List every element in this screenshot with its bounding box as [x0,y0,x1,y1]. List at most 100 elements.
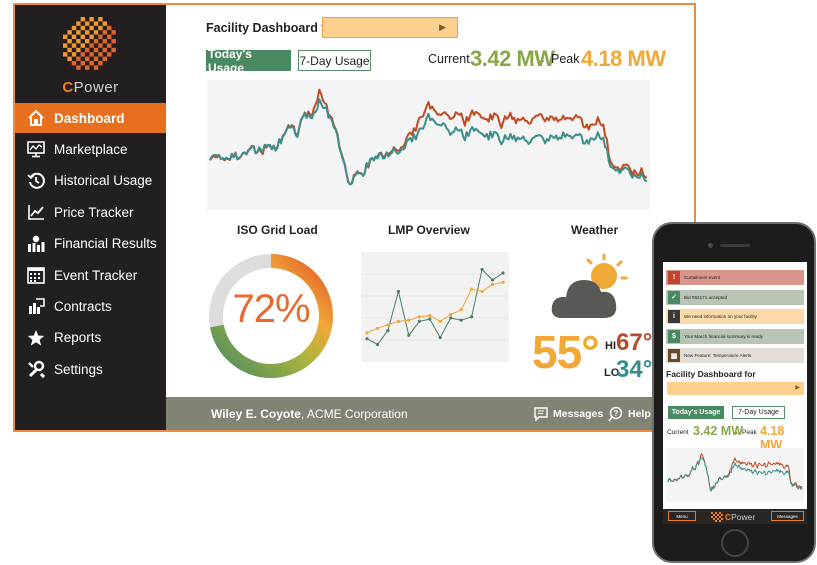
monitor-chart-icon [26,140,46,158]
help-label: Help [628,408,651,420]
data-point [428,317,432,321]
mobile-menu-button[interactable]: Menu [668,511,696,521]
hi-temperature: 67° [616,329,653,356]
cpower-logo[interactable]: CPower [15,5,166,101]
phone-camera [708,243,713,248]
data-point [407,333,411,337]
series-line-1 [209,98,648,186]
sidebar-item-financial-results[interactable]: Financial Results [15,229,166,259]
main-content: Facility Dashboard for ▶ Today's Usage 7… [166,5,694,430]
tools-icon [26,360,46,379]
mobile-phone-mockup: ! Curtailment event ✓ Bid #82171 accepted i W… [652,222,816,563]
sidebar-item-price-tracker[interactable]: Price Tracker [15,197,166,227]
checker-logo-icon [63,17,116,70]
data-point [470,315,474,319]
mobile-current-label: Current [667,429,689,436]
current-label: Current [428,52,470,66]
mobile-tab-7-day-usage[interactable]: 7-Day Usage [732,406,785,419]
help-button[interactable]: ? Help [608,404,651,424]
mobile-alert-item[interactable]: ▦ New Feature: Temperature Alerts [666,348,804,363]
sidebar-item-dashboard[interactable]: Dashboard [15,103,166,133]
star-icon [26,329,46,347]
peak-label: Peak [551,52,580,66]
data-point [459,318,463,322]
mobile-alert-item[interactable]: i We need information on your facility [666,309,804,324]
data-point [490,278,495,282]
money-bars-icon: $ [668,329,680,343]
history-icon [26,172,46,190]
mobile-alert-text: New Feature: Temperature Alerts [684,353,752,358]
phone-home-button[interactable] [721,529,749,557]
facility-select[interactable]: ▶ [322,17,458,38]
tab-todays-usage[interactable]: Today's Usage [206,47,291,75]
sidebar-item-marketplace[interactable]: Marketplace [15,134,166,164]
mobile-alert-item[interactable]: ✓ Bid #82171 accepted [666,289,804,305]
footer-bar: Wiley E. Coyote, ACME Corporation Messag… [166,397,694,430]
iso-grid-load-title: ISO Grid Load [237,223,318,237]
messages-label: Messages [553,408,604,420]
data-point [428,314,432,318]
mobile-messages-button[interactable]: Messages [771,511,804,521]
logo-wordmark: CPower [62,79,119,96]
sidebar-item-reports[interactable]: Reports [15,323,166,353]
data-point [365,337,369,341]
lmp-overview-title: LMP Overview [388,223,470,237]
sidebar-item-label: Reports [54,330,102,346]
company-name: , ACME Corporation [300,407,408,421]
data-point [449,312,453,317]
checker-logo-icon [711,511,723,522]
mobile-usage-line-chart [666,448,804,502]
usage-line-chart [207,80,650,210]
mobile-alert-item[interactable]: ! Curtailment event [666,270,804,285]
sidebar-item-label: Marketplace [54,141,128,157]
money-bars-icon [26,235,46,253]
data-point [490,282,495,287]
phone-speaker [720,244,750,247]
mobile-alert-item[interactable]: $ Your March financial summary is ready [666,328,804,344]
series-line-0 [366,269,504,345]
mobile-facility-select[interactable]: ▶ [667,382,804,395]
data-point [449,316,453,320]
data-point [375,326,380,330]
desktop-dashboard-window: CPower Dashboard Marketplace Historical Us… [13,3,696,432]
data-point [501,271,505,275]
sidebar-item-contracts[interactable]: Contracts [15,291,166,321]
data-point [407,318,411,322]
message-bubble-icon [534,407,548,421]
contract-icon [26,297,46,315]
data-point [396,289,400,294]
sidebar-item-settings[interactable]: Settings [15,354,166,384]
sidebar-item-label: Event Tracker [54,267,138,283]
mobile-cpower-logo: C Power [711,509,755,524]
sidebar-item-label: Financial Results [54,236,157,252]
home-icon [26,109,46,127]
svg-text:?: ? [614,409,619,418]
data-point [480,267,484,272]
page-title: Facility Dashboard for [206,21,338,35]
caret-right-icon: ▶ [439,22,446,32]
caret-right-icon: ▶ [795,385,800,391]
data-point [386,329,390,333]
data-point [438,335,442,340]
sidebar-item-event-tracker[interactable]: Event Tracker [15,260,166,290]
mobile-alert-text: Your March financial summary is ready [684,333,763,339]
series-line-1 [667,457,803,492]
trend-line-icon [26,203,46,221]
sidebar-item-historical-usage[interactable]: Historical Usage [15,166,166,196]
peak-value: 4.18 MW [581,46,666,71]
calendar-grid-icon [26,266,46,284]
lmp-line-chart [361,252,509,362]
grid-load-value: 72% [232,287,310,331]
mobile-alert-text: We need information on your facility [684,314,757,319]
mobile-peak-label: Peak [742,429,757,436]
tab-7-day-usage[interactable]: 7-Day Usage [298,50,371,71]
mobile-tab-todays-usage[interactable]: Today's Usage [668,406,724,419]
mobile-alert-text: Bid #82171 accepted [684,294,728,300]
data-point [375,342,380,347]
check-icon: ✓ [668,290,680,304]
up-arrow-icon: ▲ [538,55,546,64]
weather-title: Weather [571,223,619,237]
messages-button[interactable]: Messages [533,404,603,424]
mobile-screen: ! Curtailment event ✓ Bid #82171 accepted i W… [663,262,807,524]
sidebar-item-label: Settings [54,361,103,377]
